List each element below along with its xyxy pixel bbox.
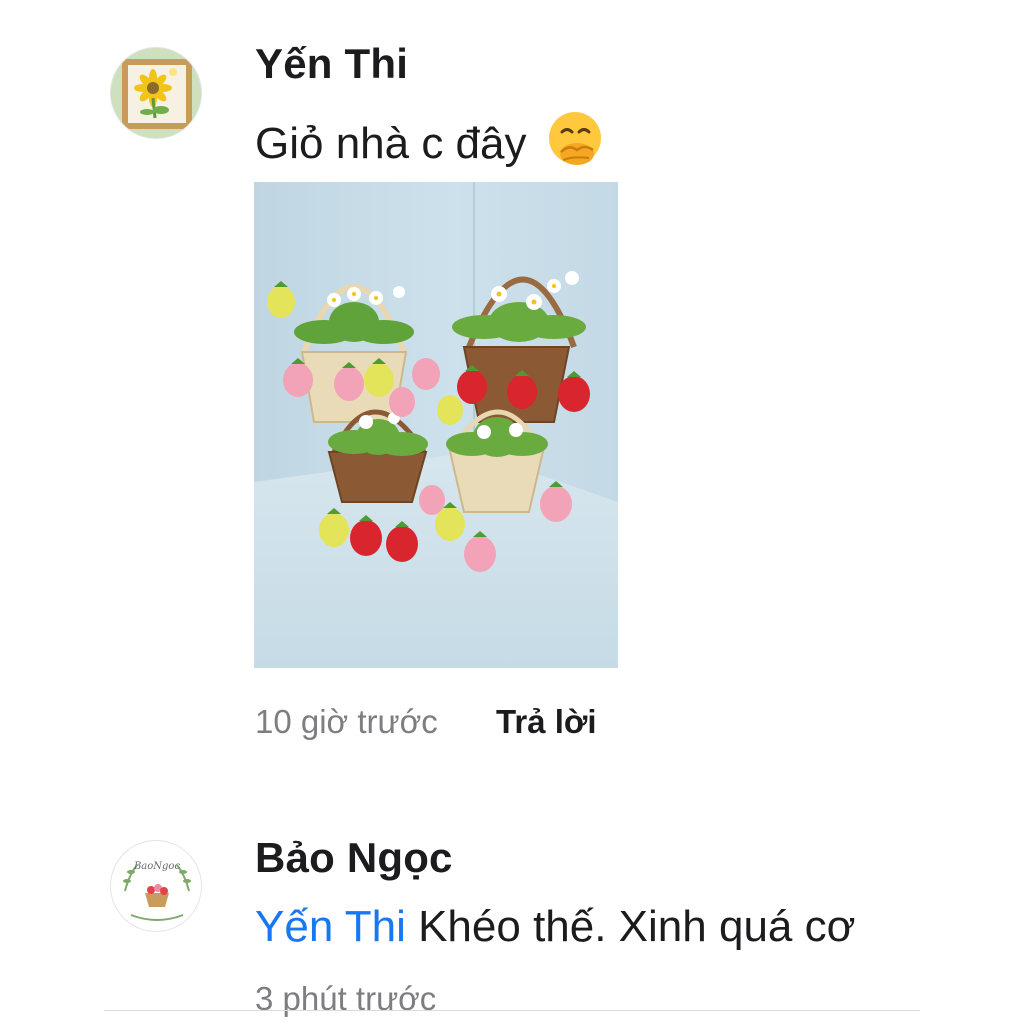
comment-author[interactable]: Bảo Ngọc bbox=[255, 834, 453, 882]
face-with-hand-over-mouth-icon bbox=[545, 110, 605, 181]
comment-photo[interactable] bbox=[254, 182, 618, 668]
shop-logo-icon bbox=[113, 843, 201, 931]
comment-text: Yến Thi Khéo thế. Xinh quá cơ bbox=[255, 902, 855, 952]
comment-body: Giỏ nhà c đây bbox=[255, 119, 527, 168]
comment-timestamp: 10 giờ trước bbox=[255, 703, 438, 740]
comment-author[interactable]: Yến Thi bbox=[255, 40, 408, 88]
comment-timestamp: 3 phút trước bbox=[255, 980, 437, 1017]
reply-button[interactable]: Trả lời bbox=[496, 703, 597, 741]
sunflower-frame-icon bbox=[111, 48, 201, 138]
divider bbox=[104, 1010, 920, 1011]
comment-item: BaoNgoc Bảo Ngọc Yến Thi Khéo thế. Xinh … bbox=[0, 830, 1024, 1024]
avatar[interactable]: BaoNgoc bbox=[110, 840, 202, 932]
comment-text: Giỏ nhà c đây bbox=[255, 110, 605, 181]
avatar-logo-text: BaoNgoc bbox=[133, 861, 181, 872]
mention-link[interactable]: Yến Thi bbox=[255, 902, 406, 951]
avatar[interactable] bbox=[110, 47, 202, 139]
comment-body: Khéo thế. Xinh quá cơ bbox=[418, 902, 856, 951]
strawberry-basket-image bbox=[254, 182, 618, 668]
comment-item: Yến Thi Giỏ nhà c đây 10 giờ trước Trả l… bbox=[0, 0, 1024, 790]
